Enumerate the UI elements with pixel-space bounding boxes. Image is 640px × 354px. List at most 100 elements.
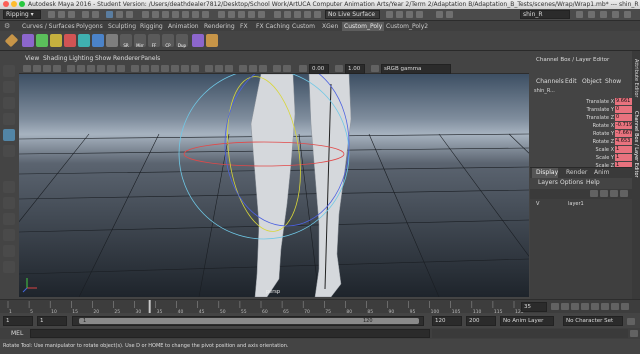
command-language-label[interactable]: MEL — [11, 330, 23, 337]
shelf-gear-icon[interactable]: ⚙ — [4, 22, 10, 30]
shelf-tab-fx[interactable]: FX — [238, 22, 250, 31]
range-slider[interactable]: 1 120 — [72, 316, 424, 326]
shelf-tab-sculpting[interactable]: Sculpting — [106, 22, 138, 31]
panel-menu-lighting[interactable]: Lighting — [69, 54, 93, 63]
rotate-tool-icon[interactable] — [3, 129, 15, 141]
character-legs[interactable] — [250, 74, 352, 297]
paint-select-tool-icon[interactable] — [3, 97, 15, 109]
safe-action-icon[interactable] — [117, 65, 125, 72]
step-forward-frame-icon[interactable] — [601, 303, 609, 310]
film-gate-icon[interactable] — [77, 65, 85, 72]
shelf-tab-custom-poly2[interactable]: Custom_Poly2 — [384, 22, 430, 31]
redo-icon[interactable] — [92, 11, 99, 18]
isolate-select-icon[interactable] — [273, 65, 281, 72]
gamma-field[interactable]: 1.00 — [345, 64, 365, 74]
go-to-start-icon[interactable] — [551, 303, 559, 310]
xray-active-icon[interactable] — [225, 65, 233, 72]
anim-layer-dropdown[interactable]: No Anim Layer — [500, 316, 554, 326]
poly-tool-icon-6[interactable] — [92, 34, 104, 47]
channel-row[interactable]: Translate Z0 — [530, 114, 640, 122]
step-back-frame-icon[interactable] — [571, 303, 579, 310]
select-camera-icon[interactable] — [23, 65, 31, 72]
layer-visibility-toggle[interactable]: V — [536, 201, 539, 207]
modeling-toolkit-icon[interactable] — [588, 11, 595, 18]
smooth-shade-icon[interactable] — [141, 65, 149, 72]
select-object-icon[interactable] — [116, 11, 123, 18]
mirror-icon[interactable]: Mirr — [134, 34, 146, 48]
channel-menu-object[interactable]: Object — [582, 78, 602, 85]
live-surface-field[interactable]: No Live Surface — [325, 10, 380, 19]
input-line-icon[interactable] — [436, 11, 443, 18]
poly-cube-icon[interactable] — [4, 33, 19, 48]
channel-menu-edit[interactable]: Edit — [565, 78, 577, 85]
command-input[interactable] — [30, 329, 430, 338]
channel-row[interactable]: Scale X1 — [530, 146, 640, 154]
close-window-icon[interactable] — [3, 1, 9, 7]
panel-menu-show[interactable]: Show — [95, 54, 111, 63]
character-set-dropdown[interactable]: No Character Set — [563, 316, 623, 326]
select-surfaces-icon[interactable] — [172, 11, 179, 18]
hud-icon[interactable] — [283, 65, 291, 72]
poly-tool-icon-5[interactable] — [78, 34, 90, 47]
step-back-key-icon[interactable] — [561, 303, 569, 310]
play-backwards-icon[interactable] — [581, 303, 589, 310]
scale-tool-icon[interactable] — [3, 145, 15, 157]
make-live-icon[interactable] — [258, 11, 265, 18]
depth-of-field-icon[interactable] — [259, 65, 267, 72]
attribute-editor-icon[interactable] — [600, 11, 607, 18]
current-frame-field[interactable]: 35 — [521, 302, 547, 312]
layer-menu-layers[interactable]: Layers — [538, 179, 558, 186]
panel-menu-panels[interactable]: Panels — [141, 54, 160, 63]
gamma-icon[interactable] — [335, 65, 343, 72]
shelf-tab-animation[interactable]: Animation — [166, 22, 201, 31]
select-curves-icon[interactable] — [162, 11, 169, 18]
minimize-window-icon[interactable] — [11, 1, 17, 7]
exposure-icon[interactable] — [299, 65, 307, 72]
bookmarks-icon[interactable] — [43, 65, 51, 72]
zoom-window-icon[interactable] — [19, 1, 25, 7]
move-layer-down-icon[interactable] — [600, 190, 608, 197]
go-to-end-icon[interactable] — [621, 303, 629, 310]
layout-outliner-icon[interactable] — [3, 229, 15, 241]
channel-row[interactable]: Scale Y1 — [530, 154, 640, 162]
camera-attributes-icon[interactable] — [33, 65, 41, 72]
animation-end-field[interactable]: 200 — [466, 316, 496, 326]
snap-curve-icon[interactable] — [228, 11, 235, 18]
channel-row[interactable]: Rotate X -0.719 — [530, 122, 640, 130]
step-forward-key-icon[interactable] — [611, 303, 619, 310]
open-scene-icon[interactable] — [58, 11, 65, 18]
select-component-icon[interactable] — [126, 11, 133, 18]
poly-tool-icon-2[interactable] — [36, 34, 48, 47]
reflection-icon[interactable] — [406, 11, 413, 18]
sidebar-toggle-icon[interactable] — [576, 11, 583, 18]
layer-tab-render[interactable]: Render — [566, 168, 587, 178]
undo-icon[interactable] — [82, 11, 89, 18]
playback-end-field[interactable]: 120 — [432, 316, 462, 326]
layer-tab-anim[interactable]: Anim — [594, 168, 609, 178]
xray-joints-icon[interactable] — [215, 65, 223, 72]
color-management-icon[interactable] — [371, 65, 379, 72]
layer-name[interactable]: layer1 — [568, 201, 584, 207]
sr-icon[interactable]: SR — [120, 34, 132, 48]
pin-icon[interactable] — [416, 11, 423, 18]
shelf-tab-fx-caching[interactable]: FX Caching — [254, 22, 292, 31]
xray-icon[interactable] — [205, 65, 213, 72]
panel-menu-shading[interactable]: Shading — [43, 54, 67, 63]
new-layer-selected-icon[interactable] — [620, 190, 628, 197]
attribute-editor-tab[interactable]: Attribute Editor — [633, 59, 639, 97]
shadows-icon[interactable] — [191, 65, 199, 72]
layout-custom-icon[interactable] — [3, 261, 15, 273]
field-chart-icon[interactable] — [107, 65, 115, 72]
poly-tool-icon-1[interactable] — [22, 34, 34, 47]
new-layer-icon[interactable] — [610, 190, 618, 197]
layout-two-icon[interactable] — [3, 213, 15, 225]
color-space-dropdown[interactable]: sRGB gamma — [381, 64, 451, 74]
antialiasing-icon[interactable] — [249, 65, 257, 72]
shelf-tab-custom[interactable]: Custom — [290, 22, 317, 31]
channel-row[interactable]: Translate X 9.661 — [530, 98, 640, 106]
snap-point-icon[interactable] — [238, 11, 245, 18]
tool-settings-icon[interactable] — [612, 11, 619, 18]
render-frame-icon[interactable] — [294, 11, 301, 18]
ambient-occlusion-icon[interactable] — [239, 65, 247, 72]
layout-graph-icon[interactable] — [3, 245, 15, 257]
